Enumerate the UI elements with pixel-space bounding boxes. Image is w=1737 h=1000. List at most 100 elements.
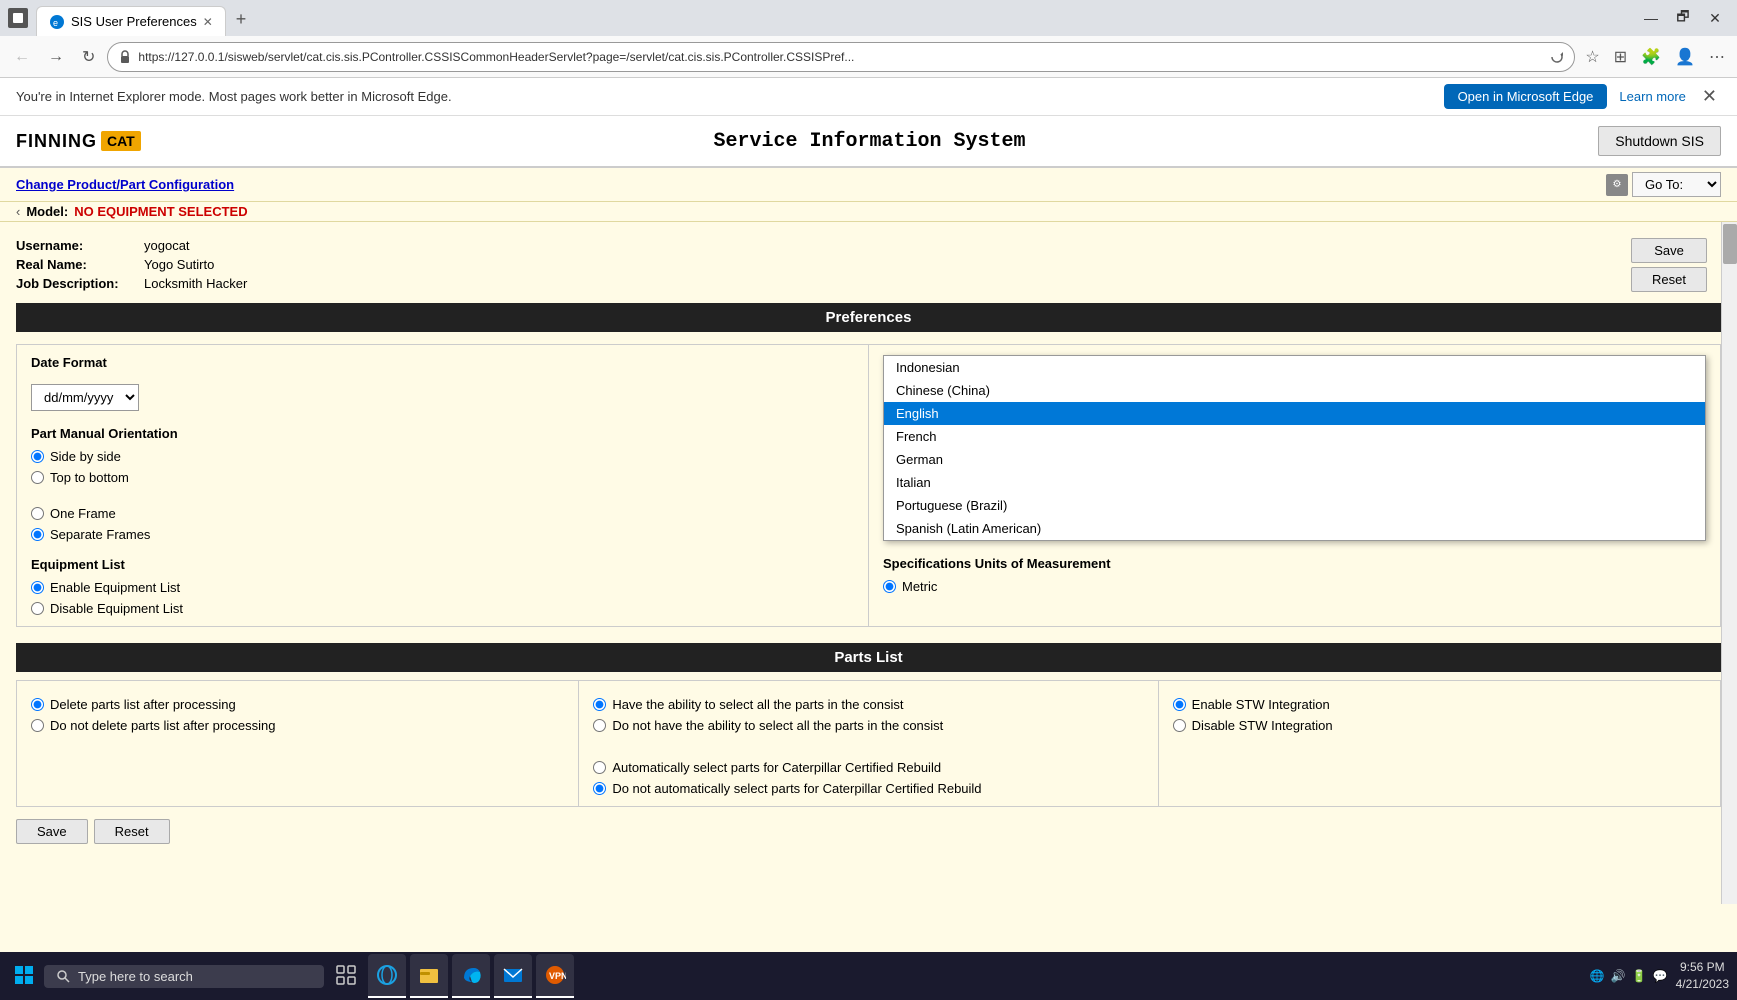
taskbar-search-text: Type here to search <box>78 969 193 984</box>
one-frame-option[interactable]: One Frame <box>31 506 854 521</box>
start-button[interactable] <box>8 959 40 994</box>
disable-equipment-option[interactable]: Disable Equipment List <box>31 601 854 616</box>
back-button[interactable]: ← <box>8 44 36 70</box>
close-window-button[interactable]: ✕ <box>1701 4 1729 32</box>
lang-italian[interactable]: Italian <box>884 471 1705 494</box>
collections-button[interactable]: ⊞ <box>1610 43 1631 71</box>
change-product-link[interactable]: Change Product/Part Configuration <box>16 177 234 192</box>
maximize-button[interactable]: 🗗 <box>1669 4 1697 32</box>
profile-button[interactable]: 👤 <box>1671 43 1699 71</box>
lang-portuguese[interactable]: Portuguese (Brazil) <box>884 494 1705 517</box>
extensions-button[interactable]: 🧩 <box>1637 43 1665 71</box>
have-ability-radio[interactable] <box>593 698 606 711</box>
bottom-reset-button[interactable]: Reset <box>94 819 170 844</box>
model-back-button[interactable]: ‹ <box>16 204 20 219</box>
separate-frames-option[interactable]: Separate Frames <box>31 527 854 542</box>
forward-button[interactable]: → <box>42 44 70 70</box>
app-area: FINNING CAT Service Information System S… <box>0 116 1737 952</box>
taskbar-ie-app[interactable] <box>368 954 406 998</box>
no-auto-rebuild-radio[interactable] <box>593 782 606 795</box>
auto-rebuild-option[interactable]: Automatically select parts for Caterpill… <box>593 760 1143 775</box>
address-input[interactable] <box>138 50 1544 64</box>
enable-equipment-radio[interactable] <box>31 581 44 594</box>
consist-group: Have the ability to select all the parts… <box>593 697 1143 796</box>
one-frame-radio[interactable] <box>31 507 44 520</box>
side-by-side-radio[interactable] <box>31 450 44 463</box>
taskbar-vpn-app[interactable]: VPN <box>536 954 574 998</box>
favorites-button[interactable]: ☆ <box>1581 43 1603 71</box>
taskbar-edge-app[interactable] <box>452 954 490 998</box>
tab-favicon: e <box>49 14 65 30</box>
task-view-button[interactable] <box>328 957 364 996</box>
date-format-select[interactable]: dd/mm/yyyy mm/dd/yyyy yyyy/mm/dd <box>31 384 139 411</box>
shutdown-sis-button[interactable]: Shutdown SIS <box>1598 126 1721 156</box>
refresh-button[interactable]: ↻ <box>76 43 101 71</box>
delete-parts-option[interactable]: Delete parts list after processing <box>31 697 564 712</box>
app-header: FINNING CAT Service Information System S… <box>0 116 1737 168</box>
taskbar-file-app[interactable] <box>410 954 448 998</box>
nav-bar: ← → ↻ ☆ ⊞ 🧩 👤 ⋯ <box>0 36 1737 78</box>
minimize-button[interactable]: — <box>1637 4 1665 32</box>
save-button[interactable]: Save <box>1631 238 1707 263</box>
open-edge-button[interactable]: Open in Microsoft Edge <box>1444 84 1608 109</box>
no-delete-parts-label: Do not delete parts list after processin… <box>50 718 275 733</box>
tab-close-button[interactable]: ✕ <box>203 15 213 29</box>
window-controls: — 🗗 ✕ <box>1637 4 1729 32</box>
taskbar-mail-app[interactable] <box>494 954 532 998</box>
taskbar-search[interactable]: Type here to search <box>44 965 324 988</box>
reset-button[interactable]: Reset <box>1631 267 1707 292</box>
preferences-row-1: Date Format dd/mm/yyyy mm/dd/yyyy yyyy/m… <box>17 345 1721 627</box>
enable-stw-radio[interactable] <box>1173 698 1186 711</box>
separate-frames-radio[interactable] <box>31 528 44 541</box>
lang-indonesian[interactable]: Indonesian <box>884 356 1705 379</box>
ie-banner-text: You're in Internet Explorer mode. Most p… <box>16 89 1432 104</box>
no-ability-label: Do not have the ability to select all th… <box>612 718 943 733</box>
active-tab[interactable]: e SIS User Preferences ✕ <box>36 6 226 36</box>
cat-badge: CAT <box>101 131 141 151</box>
bottom-save-button[interactable]: Save <box>16 819 88 844</box>
top-to-bottom-radio[interactable] <box>31 471 44 484</box>
lang-german[interactable]: German <box>884 448 1705 471</box>
lang-french[interactable]: French <box>884 425 1705 448</box>
delete-parts-radio[interactable] <box>31 698 44 711</box>
no-ability-option[interactable]: Do not have the ability to select all th… <box>593 718 1143 733</box>
lang-spanish[interactable]: Spanish (Latin American) <box>884 517 1705 540</box>
top-to-bottom-option[interactable]: Top to bottom <box>31 470 854 485</box>
specs-units-title: Specifications Units of Measurement <box>883 556 1706 571</box>
disable-stw-radio[interactable] <box>1173 719 1186 732</box>
new-tab-button[interactable]: + <box>226 3 257 36</box>
taskbar-tray: 🌐 🔊 🔋 💬 9:56 PM 4/21/2023 <box>1590 959 1729 993</box>
language-dropdown[interactable]: Indonesian Chinese (China) English Frenc… <box>883 355 1706 541</box>
lang-english[interactable]: English <box>884 402 1705 425</box>
scrollbar-thumb[interactable] <box>1723 224 1737 264</box>
side-by-side-option[interactable]: Side by side <box>31 449 854 464</box>
banner-close-button[interactable]: ✕ <box>1698 86 1721 107</box>
mail-icon <box>502 964 524 986</box>
refresh-small-icon <box>1550 50 1564 64</box>
no-auto-rebuild-label: Do not automatically select parts for Ca… <box>612 781 981 796</box>
enable-equipment-option[interactable]: Enable Equipment List <box>31 580 854 595</box>
no-delete-parts-radio[interactable] <box>31 719 44 732</box>
lang-chinese[interactable]: Chinese (China) <box>884 379 1705 402</box>
goto-dropdown[interactable]: Go To: <box>1632 172 1721 197</box>
tab-title: SIS User Preferences <box>71 14 197 29</box>
disable-stw-option[interactable]: Disable STW Integration <box>1173 718 1706 733</box>
app-title: Service Information System <box>141 130 1599 153</box>
part-manual-title: Part Manual Orientation <box>31 426 854 441</box>
no-auto-rebuild-option[interactable]: Do not automatically select parts for Ca… <box>593 781 1143 796</box>
task-view-icon <box>336 965 356 985</box>
enable-stw-option[interactable]: Enable STW Integration <box>1173 697 1706 712</box>
learn-more-link[interactable]: Learn more <box>1619 89 1685 104</box>
metric-option[interactable]: Metric <box>883 579 1706 594</box>
no-delete-parts-option[interactable]: Do not delete parts list after processin… <box>31 718 564 733</box>
orientation-radio-group: Side by side Top to bottom <box>31 449 854 485</box>
auto-rebuild-radio[interactable] <box>593 761 606 774</box>
metric-radio[interactable] <box>883 580 896 593</box>
have-ability-option[interactable]: Have the ability to select all the parts… <box>593 697 1143 712</box>
scrollbar[interactable] <box>1721 222 1737 904</box>
no-ability-radio[interactable] <box>593 719 606 732</box>
more-button[interactable]: ⋯ <box>1705 43 1729 71</box>
address-bar[interactable] <box>107 42 1575 72</box>
vpn-icon: VPN <box>544 964 566 986</box>
disable-equipment-radio[interactable] <box>31 602 44 615</box>
